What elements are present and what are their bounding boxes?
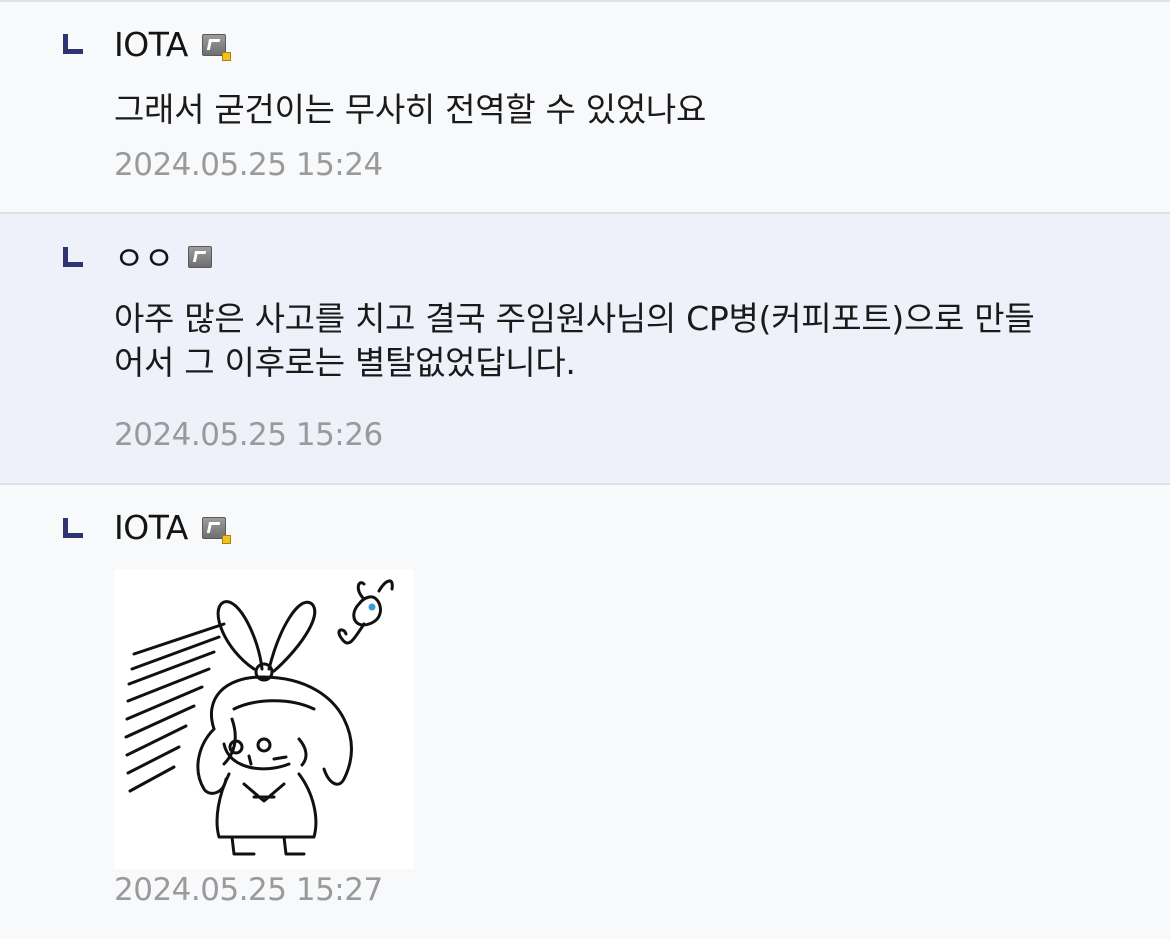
reply-arrow-icon	[63, 518, 83, 538]
reply-timestamp: 2024.05.25 15:26	[114, 417, 383, 453]
reply-text: 아주 많은 사고를 치고 결국 주임원사님의 CP병(커피포트)으로 만들 어서…	[114, 299, 1035, 382]
sticker-image[interactable]	[114, 569, 414, 869]
reply-item: IOTA 2024.05.25 15:27	[0, 485, 1170, 939]
author-row: ㅇㅇ	[114, 234, 212, 278]
sticker-badge-icon	[201, 34, 231, 61]
reply-timestamp: 2024.05.25 15:24	[114, 147, 383, 183]
author-name[interactable]: ㅇㅇ	[114, 232, 174, 280]
reply-timestamp: 2024.05.25 15:27	[114, 872, 383, 908]
reply-arrow-icon	[63, 34, 83, 54]
reply-item: IOTA 그래서 굳건이는 무사히 전역할 수 있었나요 2024.05.25 …	[0, 2, 1170, 214]
girl-bunny-ears-drawing	[124, 579, 394, 856]
author-name[interactable]: IOTA	[114, 508, 188, 547]
author-row: IOTA	[114, 505, 231, 549]
reply-text: 그래서 굳건이는 무사히 전역할 수 있었나요	[114, 90, 707, 129]
reply-item: ㅇㅇ 아주 많은 사고를 치고 결국 주임원사님의 CP병(커피포트)으로 만들…	[0, 214, 1170, 485]
author-row: IOTA	[114, 22, 231, 66]
author-name[interactable]: IOTA	[114, 25, 188, 64]
sticker-badge-icon	[201, 517, 231, 544]
sticker-badge-icon	[187, 246, 212, 268]
reply-arrow-icon	[63, 247, 83, 267]
comment-thread: IOTA 그래서 굳건이는 무사히 전역할 수 있었나요 2024.05.25 …	[0, 0, 1170, 939]
